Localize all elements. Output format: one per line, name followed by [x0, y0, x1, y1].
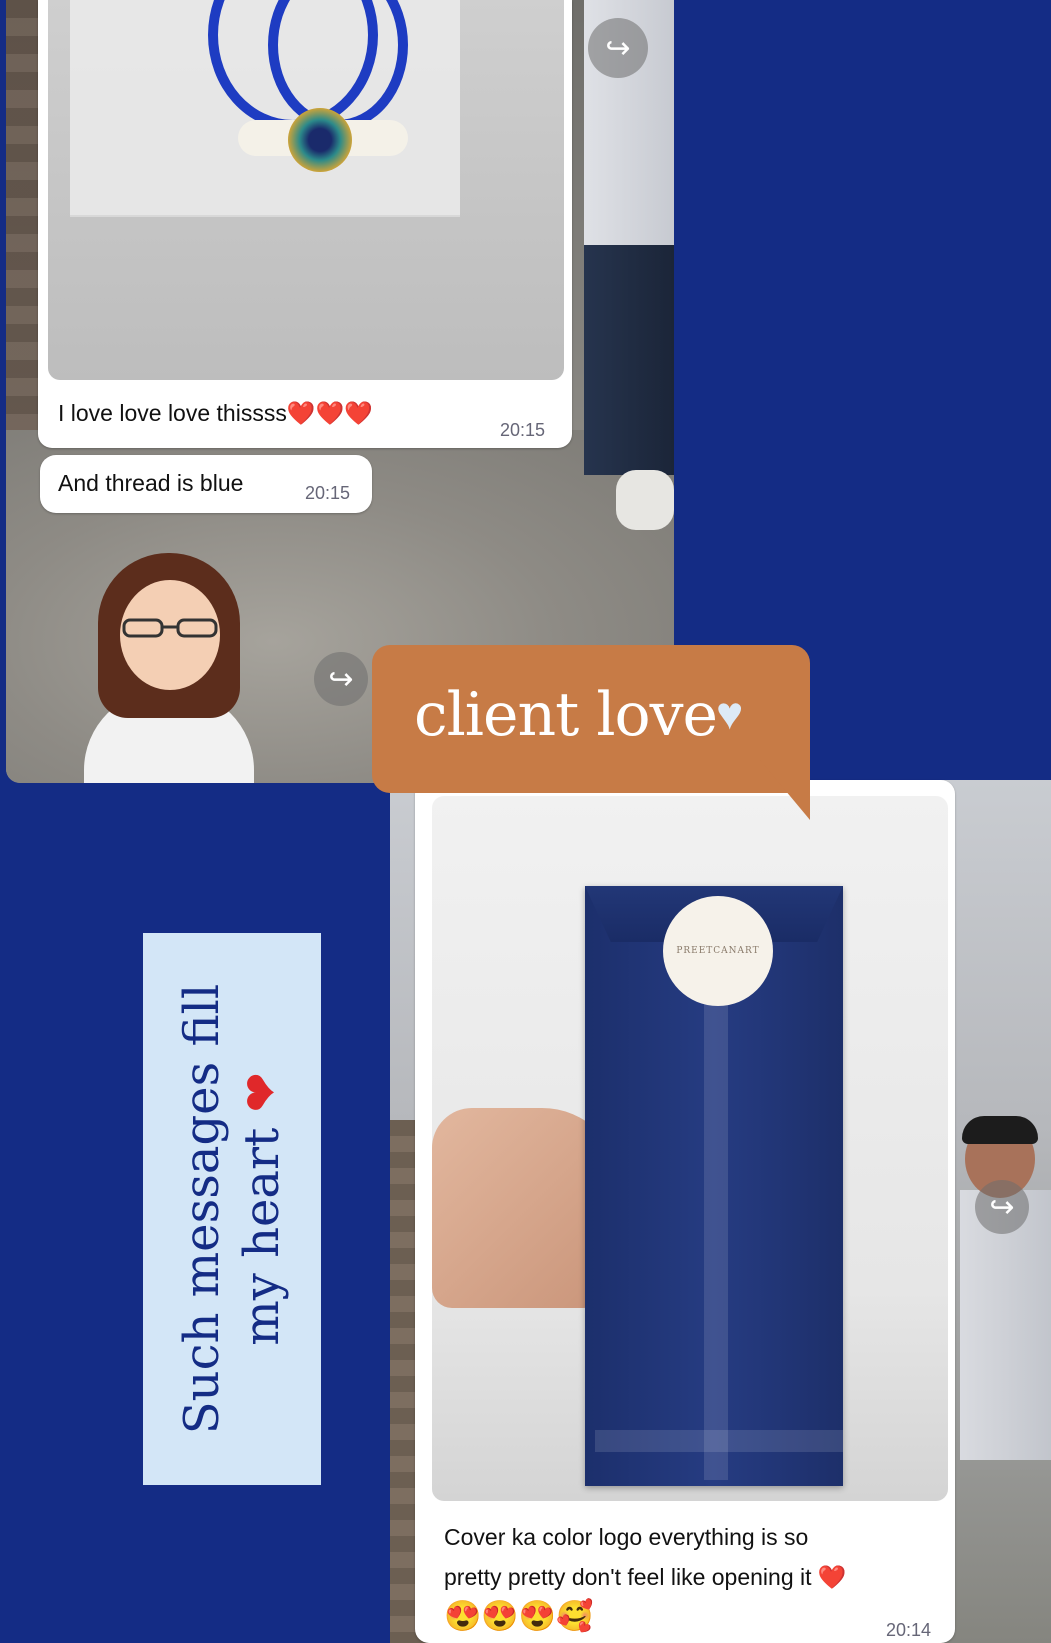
memoji-glasses-icon [122, 618, 218, 638]
message-timestamp: 20:15 [305, 483, 351, 503]
forward-button[interactable]: ↪ [975, 1180, 1029, 1234]
message-line: Cover ka color logo everything is so [444, 1524, 809, 1550]
heart-icon: ❤ [234, 1072, 290, 1113]
forward-icon: ↪ [605, 31, 631, 65]
logo-text: PREETCANART [676, 946, 760, 956]
heart-emoji: ❤️ [817, 1564, 847, 1590]
background-person-shoe [616, 470, 674, 530]
evil-eye-charm [288, 108, 352, 172]
caption-line-2: my heart [234, 1127, 290, 1346]
banner-speech-tail [760, 760, 810, 820]
side-caption-panel: Such messages fill my heart ❤ [143, 933, 321, 1485]
heart-icon: ♥ [716, 687, 744, 739]
envelope-tape [704, 960, 728, 1480]
envelope-tape [595, 1430, 843, 1452]
message-text-content: I love love love thissss [58, 400, 287, 426]
message-text: I love love love thissss❤️❤️❤️ [58, 400, 373, 427]
message-text: And thread is blue [58, 470, 244, 496]
message-timestamp: 20:15 [500, 420, 546, 440]
emoji-row: 😍😍😍🥰 [444, 1600, 594, 1633]
rakhi-photo[interactable] [48, 0, 564, 380]
forward-button[interactable]: ↪ [314, 652, 368, 706]
side-caption: Such messages fill my heart ❤ [143, 933, 321, 1485]
message-text: Cover ka color logo everything is so pre… [444, 1517, 847, 1637]
forward-icon: ↪ [989, 1190, 1015, 1224]
background-person-hair [962, 1116, 1038, 1144]
hearts-emoji: ❤️❤️❤️ [286, 400, 373, 426]
forward-icon: ↪ [328, 662, 354, 696]
banner-title: client love [414, 680, 718, 750]
message-line: pretty pretty don't feel like opening it [444, 1564, 812, 1590]
message-timestamp: 20:14 [886, 1620, 932, 1640]
background-person-jeans [584, 245, 674, 475]
brand-logo-seal: PREETCANART [663, 896, 773, 1006]
forward-button[interactable]: ↪ [588, 18, 648, 78]
caption-line-1: Such messages fill [174, 983, 230, 1435]
